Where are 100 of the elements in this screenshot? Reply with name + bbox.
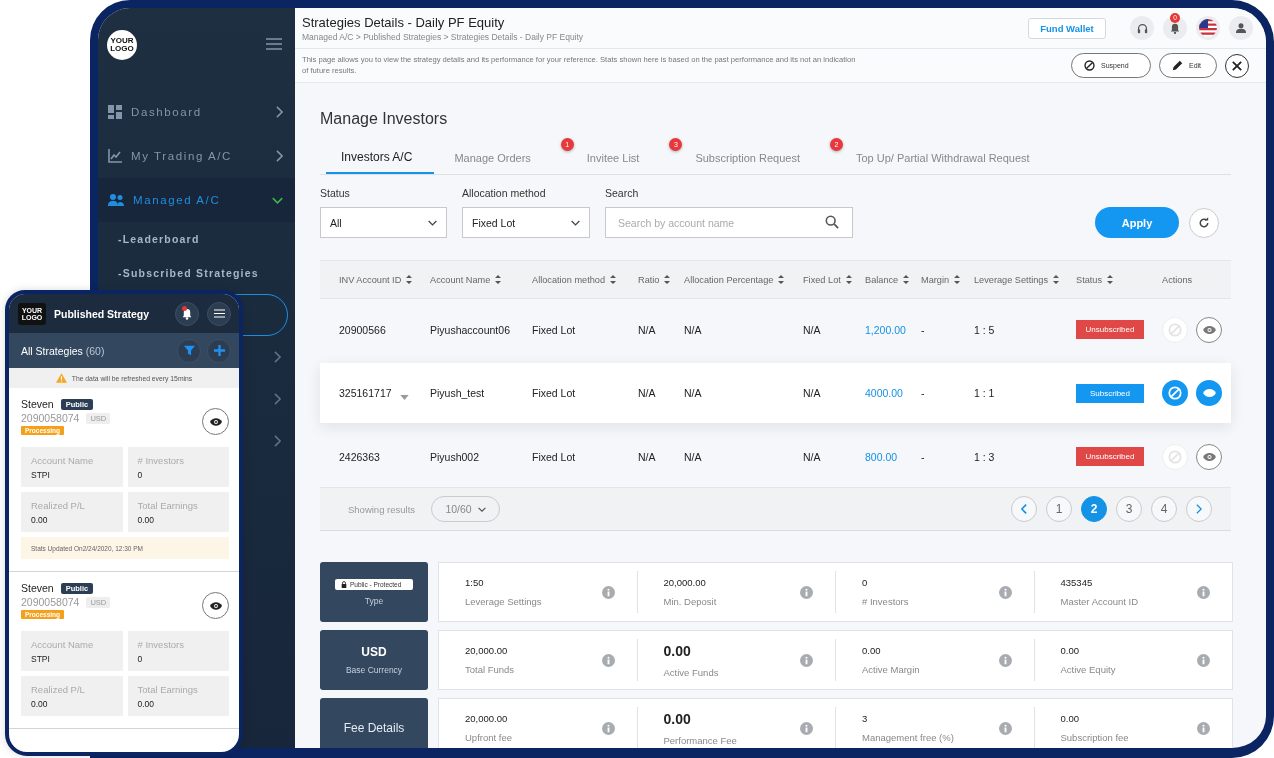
menu-icon (213, 309, 225, 318)
profile-button[interactable] (1229, 16, 1253, 40)
sort-icon[interactable] (903, 275, 910, 284)
page-button[interactable]: 1 (1046, 496, 1072, 522)
dropdown[interactable]: Fixed Lot (462, 207, 590, 238)
sort-icon[interactable] (610, 275, 617, 284)
block-button[interactable] (1162, 380, 1188, 406)
expand-caret-icon[interactable] (399, 394, 409, 400)
refresh-button[interactable] (1189, 208, 1219, 238)
sort-icon[interactable] (664, 275, 671, 284)
info-icon[interactable] (800, 721, 813, 735)
field-value: 0 (137, 653, 144, 664)
search-icon (825, 215, 839, 229)
page-button[interactable]: 4 (1151, 496, 1177, 522)
next-page-button[interactable] (1186, 496, 1212, 522)
table-cell: N/A (803, 323, 821, 336)
field-label: # Investors (137, 638, 185, 650)
page-size-dropdown[interactable]: 10/60 (431, 496, 501, 522)
tab[interactable]: Investors A/C (326, 141, 435, 174)
menu-icon[interactable] (265, 38, 283, 50)
sidebar-item[interactable]: Managed A/C (98, 178, 295, 222)
info-icon[interactable] (1197, 585, 1210, 599)
info-icon[interactable] (1197, 653, 1210, 667)
refresh-icon (1198, 217, 1210, 229)
stat-label: Min. Deposit (663, 596, 718, 607)
chevron-icon[interactable] (274, 351, 281, 363)
column-header[interactable]: Allocation method (532, 274, 606, 285)
column-header[interactable]: Fixed Lot (803, 274, 841, 285)
sort-icon[interactable] (954, 275, 961, 284)
tab[interactable]: Manage Orders (440, 141, 545, 174)
status-badge: Subscribed (1076, 383, 1144, 403)
info-icon[interactable] (998, 585, 1012, 599)
notifications-button[interactable] (175, 301, 199, 326)
column-header[interactable]: Ratio (638, 274, 660, 285)
page-button[interactable]: 2 (1081, 496, 1107, 522)
support-button[interactable] (1130, 16, 1154, 40)
column-header[interactable]: Balance (865, 274, 899, 285)
apply-button[interactable]: Apply (1095, 207, 1179, 238)
info-icon[interactable] (800, 653, 813, 667)
warning-icon (55, 373, 67, 383)
stat-label: Master Account ID (1060, 596, 1140, 607)
tab[interactable]: Top Up/ Partial Withdrawal Request (841, 141, 1044, 174)
menu-button[interactable] (207, 301, 231, 326)
previous-page-button[interactable] (1011, 496, 1037, 522)
sidebar-item[interactable]: Dashboard (98, 90, 295, 134)
info-icon[interactable] (998, 721, 1012, 735)
column-header[interactable]: Status (1076, 274, 1103, 285)
field-label: Account Name (31, 638, 95, 650)
column-header[interactable]: Margin (921, 274, 950, 285)
sort-icon[interactable] (845, 275, 852, 284)
column-header[interactable]: Account Name (430, 274, 491, 285)
sort-icon[interactable] (1107, 275, 1114, 284)
sidebar-item[interactable]: My Trading A/C (98, 134, 295, 178)
column-header[interactable]: Actions (1162, 274, 1193, 285)
info-icon[interactable] (1197, 721, 1210, 735)
info-icon[interactable] (800, 585, 813, 599)
table-cell: Fixed Lot (532, 323, 576, 336)
sort-icon[interactable] (406, 275, 413, 284)
tab[interactable]: Invitee List (572, 141, 654, 174)
submenu-item[interactable]: -Subscribed Strategies (98, 256, 295, 290)
chevron-icon[interactable] (274, 435, 281, 447)
field-label: Realized P/L (31, 499, 86, 511)
column-header[interactable]: INV Account ID (339, 274, 402, 285)
page-button[interactable]: 3 (1116, 496, 1142, 522)
field-label: Status (320, 187, 351, 199)
column-header[interactable]: Allocation Percentage (684, 274, 774, 285)
plus-icon (213, 345, 225, 356)
chevron-icon[interactable] (274, 393, 281, 405)
strategy-name: Steven (21, 582, 54, 594)
info-icon[interactable] (601, 585, 615, 599)
add-button[interactable] (207, 338, 231, 363)
submenu-item[interactable]: -Leaderboard (98, 222, 295, 256)
close-button[interactable] (1225, 53, 1249, 78)
sort-icon[interactable] (495, 275, 502, 284)
table-cell: Fixed Lot (532, 387, 576, 399)
tab[interactable]: Subscription Request (681, 141, 814, 174)
filter-button[interactable] (177, 338, 201, 363)
column-header[interactable]: Leverage Settings (974, 274, 1049, 285)
results-label: Showing results (348, 503, 416, 515)
field-label: Total Earnings (137, 683, 199, 695)
language-button[interactable] (1196, 16, 1220, 40)
status-badge: Unsubscribed (1076, 447, 1144, 466)
status-badge: Unsubscribed (1076, 320, 1144, 339)
dropdown[interactable]: All (320, 207, 447, 238)
table-cell: N/A (803, 450, 821, 463)
sort-icon[interactable] (1053, 275, 1060, 284)
fund-wallet-button[interactable]: Fund Wallet (1028, 17, 1106, 39)
view-button[interactable] (202, 592, 229, 619)
user-icon (1236, 23, 1246, 33)
info-icon[interactable] (601, 721, 615, 735)
table-row[interactable]: 325161717 Piyush_test Fixed Lot N/A N/A N/A 4000.00 - 1 : 1 Subscribed (320, 363, 1231, 423)
sort-icon[interactable] (778, 275, 785, 284)
info-icon[interactable] (998, 653, 1012, 667)
search-field[interactable]: Search by account name (605, 207, 853, 238)
headset-icon (1136, 22, 1148, 34)
field-label: Search (605, 187, 640, 199)
table-cell: 800.00 (865, 450, 898, 463)
view-button[interactable] (202, 408, 229, 435)
stat-value: 20,000.00 (465, 645, 509, 656)
info-icon[interactable] (601, 653, 615, 667)
